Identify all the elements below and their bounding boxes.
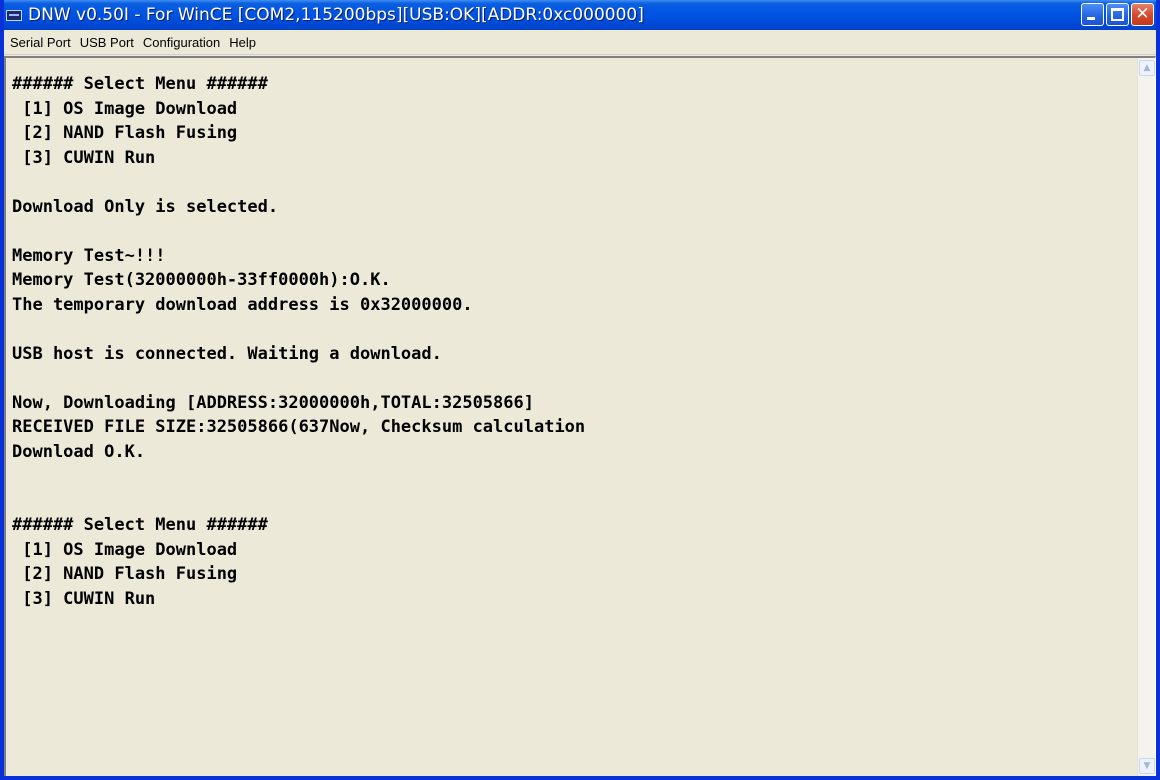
menu-serial-port[interactable]: Serial Port (6, 33, 75, 52)
terminal-client-area: ###### Select Menu ###### [1] OS Image D… (4, 56, 1156, 776)
dnw-window: DNW v0.50I - For WinCE [COM2,115200bps][… (0, 0, 1160, 780)
terminal-line: Memory Test(32000000h-33ff0000h):O.K. (12, 270, 391, 290)
dnw-app-icon[interactable] (6, 9, 22, 21)
terminal-line: The temporary download address is 0x3200… (12, 294, 473, 315)
terminal-output[interactable]: ###### Select Menu ###### [1] OS Image D… (8, 60, 1135, 776)
close-button[interactable]: ✕ (1131, 3, 1154, 26)
terminal-line: RECEIVED FILE SIZE:32505866(637Now, Chec… (12, 417, 586, 437)
maximize-button[interactable] (1106, 3, 1129, 26)
terminal-line: [1] OS Image Download (12, 539, 238, 560)
terminal-line: [2] NAND Flash Fusing (12, 564, 238, 584)
scroll-up-arrow-icon[interactable]: ▲ (1139, 60, 1155, 76)
title-bar[interactable]: DNW v0.50I - For WinCE [COM2,115200bps][… (4, 0, 1156, 30)
close-icon: ✕ (1135, 4, 1150, 24)
minimize-button[interactable] (1081, 3, 1104, 26)
terminal-line: ###### Select Menu ###### (12, 515, 268, 535)
terminal-line: ###### Select Menu ###### (12, 74, 268, 94)
terminal-line: [1] OS Image Download (12, 98, 238, 119)
terminal-line: [2] NAND Flash Fusing (12, 123, 238, 143)
minimize-icon (1087, 17, 1095, 20)
terminal-line: Memory Test~!!! (12, 245, 166, 266)
terminal-line: Now, Downloading [ADDRESS:32000000h,TOTA… (12, 392, 534, 413)
menu-help[interactable]: Help (225, 33, 260, 52)
menu-bar: Serial Port USB Port Configuration Help (4, 30, 1156, 55)
terminal-line: Download O.K. (12, 441, 146, 462)
terminal-line: Download Only is selected. (12, 196, 279, 217)
maximize-icon (1111, 8, 1124, 21)
terminal-line: USB host is connected. Waiting a downloa… (12, 343, 442, 364)
terminal-line: [3] CUWIN Run (12, 147, 156, 168)
menu-configuration[interactable]: Configuration (139, 33, 224, 52)
scroll-down-arrow-icon[interactable]: ▼ (1139, 758, 1155, 774)
vertical-scrollbar[interactable]: ▲ ▼ (1137, 58, 1155, 776)
menu-usb-port[interactable]: USB Port (76, 33, 138, 52)
terminal-line: [3] CUWIN Run (12, 588, 156, 609)
window-title: DNW v0.50I - For WinCE [COM2,115200bps][… (28, 5, 644, 25)
caption-buttons: ✕ (1081, 3, 1154, 26)
